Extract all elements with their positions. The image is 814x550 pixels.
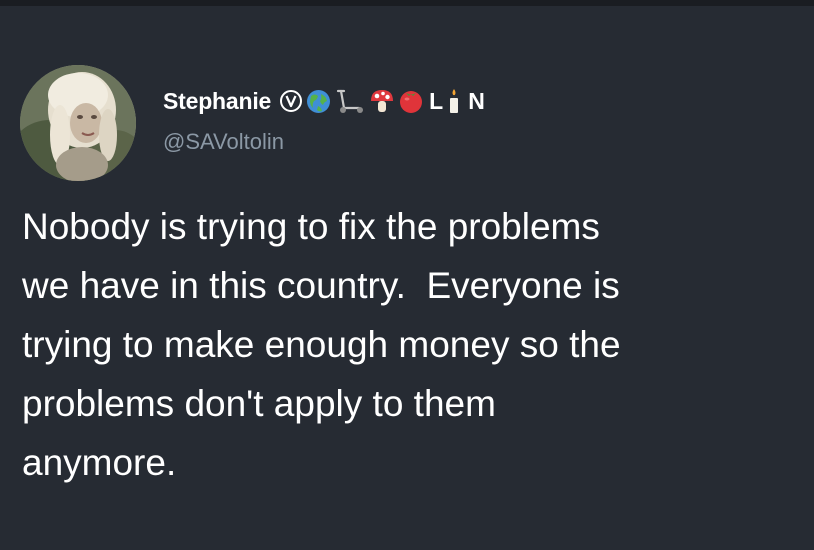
- candle-icon: [447, 88, 461, 114]
- tweet-header: Stephanie L N @SAVoltolin: [163, 85, 485, 155]
- vegan-v-circle-icon: [279, 88, 303, 114]
- globe-icon: [306, 88, 331, 114]
- avatar-image: [20, 65, 136, 181]
- scooter-icon: [335, 88, 365, 114]
- author-handle[interactable]: @SAVoltolin: [163, 129, 485, 155]
- tweet-text: Nobody is trying to fix the problems we …: [22, 206, 621, 483]
- tweet-card: Stephanie L N @SAVoltolin Nobody is tryi…: [0, 0, 814, 550]
- mushroom-icon: [369, 88, 395, 114]
- tomato-icon: [398, 88, 424, 114]
- author-display-name[interactable]: Stephanie: [163, 88, 271, 115]
- name-letter-n: N: [468, 87, 485, 114]
- author-name-row[interactable]: Stephanie L N: [163, 85, 485, 117]
- avatar[interactable]: [20, 65, 136, 181]
- name-letter-l: L: [429, 87, 444, 114]
